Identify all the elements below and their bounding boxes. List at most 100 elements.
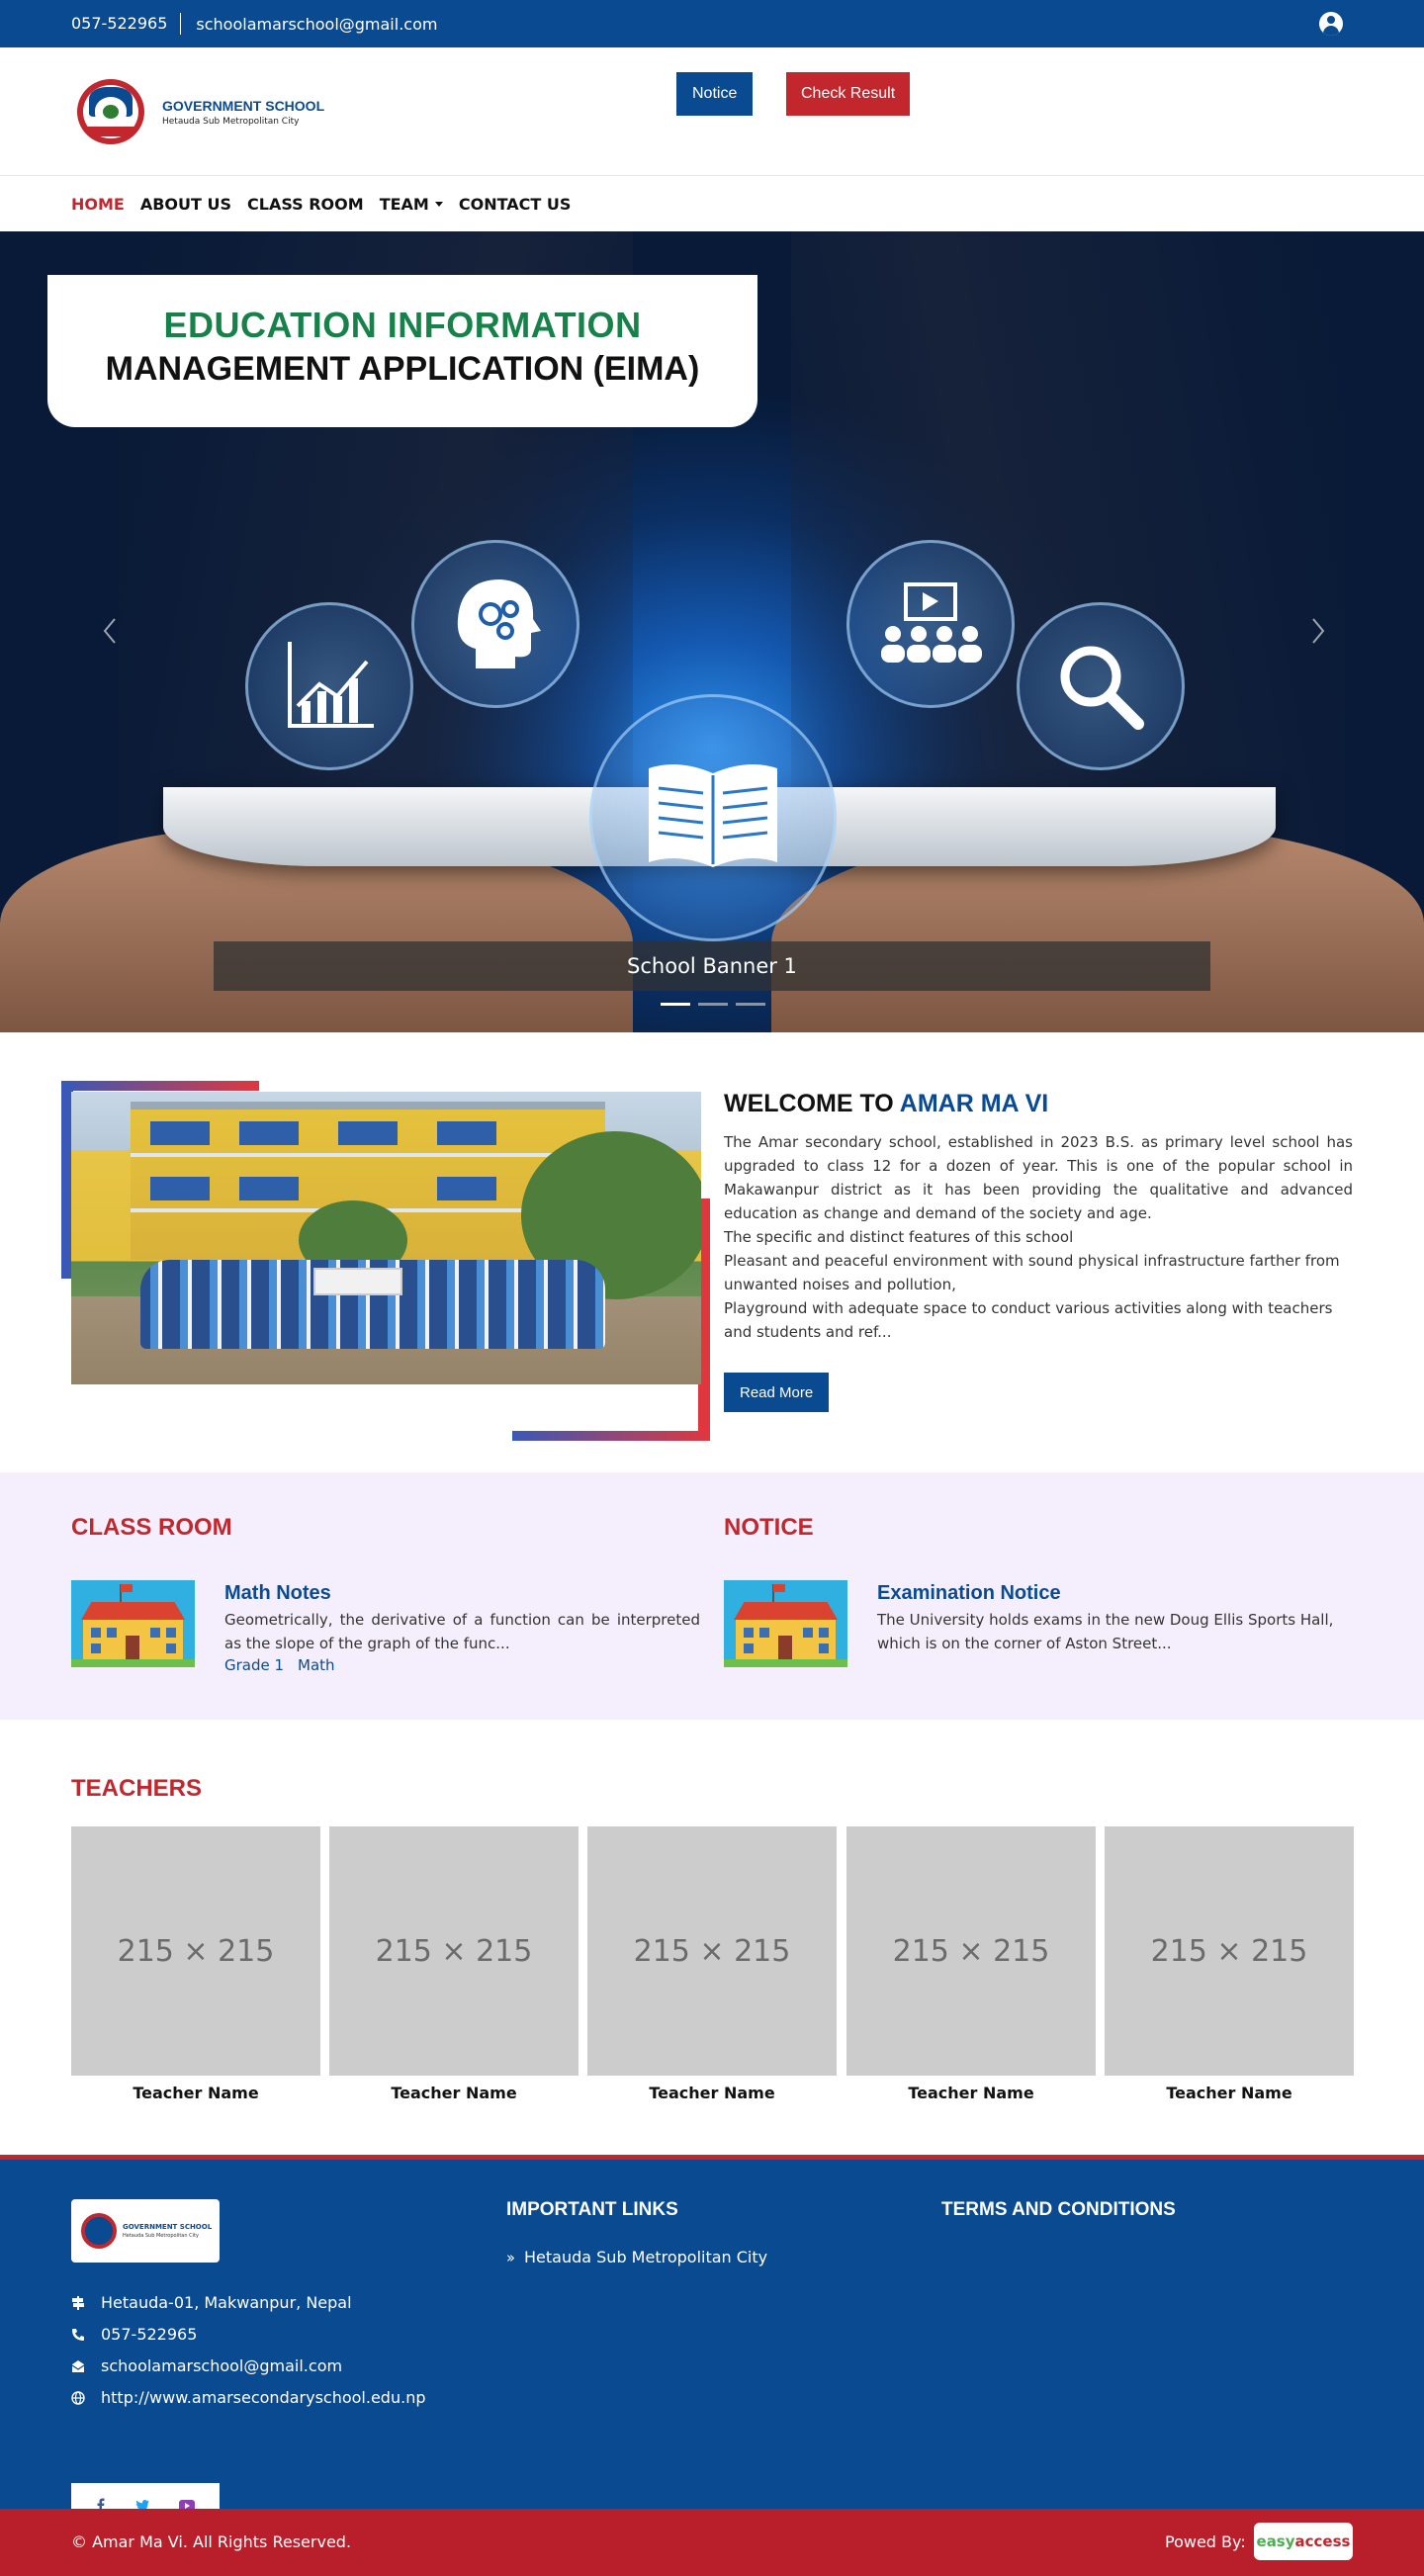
envelope-icon — [71, 2358, 85, 2372]
nav-class-room[interactable]: CLASS ROOM — [247, 195, 364, 214]
teachers-section: TEACHERS 215 × 215 Teacher Name 215 × 21… — [0, 1720, 1424, 2155]
hero-caption: School Banner 1 — [214, 941, 1210, 991]
footer-address-text: Hetauda-01, Makwanpur, Nepal — [101, 2292, 352, 2312]
notice-item-title[interactable]: Examination Notice — [877, 1582, 1061, 1605]
video-class-icon — [846, 540, 1015, 708]
main-nav: HOME ABOUT US CLASS ROOM TEAM CONTACT US — [0, 176, 1424, 231]
teacher-card[interactable]: 215 × 215 Teacher Name — [71, 1826, 320, 2102]
caret-down-icon — [434, 201, 443, 207]
important-links-heading: IMPORTANT LINKS — [506, 2199, 678, 2220]
footer-email-text: schoolamarschool@gmail.com — [101, 2355, 343, 2375]
copyright-text: © Amar Ma Vi. All Rights Reserved. — [71, 2532, 352, 2551]
welcome-heading: WELCOME TO AMAR MA VI — [724, 1090, 1353, 1118]
teacher-photo-placeholder: 215 × 215 — [71, 1826, 320, 2076]
classroom-item-desc: Geometrically, the derivative of a funct… — [224, 1611, 700, 1652]
teacher-name: Teacher Name — [1166, 2084, 1292, 2102]
top-email[interactable]: schoolamarschool@gmail.com — [181, 15, 437, 34]
bottom-bar: © Amar Ma Vi. All Rights Reserved. Powed… — [0, 2509, 1424, 2576]
teachers-heading: TEACHERS — [71, 1775, 203, 1802]
welcome-paragraph: The Amar secondary school, established i… — [724, 1133, 1353, 1222]
notice-button[interactable]: Notice — [676, 72, 754, 116]
footer-address: Hetauda-01, Makwanpur, Nepal — [71, 2286, 425, 2318]
carousel-dot[interactable] — [698, 1003, 728, 1006]
classroom-heading: CLASS ROOM — [71, 1514, 232, 1541]
footer-contact-info: Hetauda-01, Makwanpur, Nepal 057-522965 … — [71, 2286, 425, 2413]
classroom-tags: Grade 1 Math — [224, 1656, 335, 1674]
brain-gears-icon — [411, 540, 579, 708]
welcome-paragraph: Pleasant and peaceful environment with s… — [724, 1252, 1340, 1293]
brand-part2: access — [1294, 2532, 1351, 2550]
footer-logo[interactable]: GOVERNMENT SCHOOL Hetauda Sub Metropolit… — [71, 2199, 220, 2263]
carousel-prev-icon[interactable] — [95, 611, 125, 651]
footer-email[interactable]: schoolamarschool@gmail.com — [71, 2350, 425, 2381]
welcome-heading-school: AMAR MA VI — [899, 1090, 1049, 1117]
site-header: GOVERNMENT SCHOOL Hetauda Sub Metropolit… — [0, 47, 1424, 176]
chart-growth-icon — [245, 602, 413, 770]
footer-link[interactable]: ›› Hetauda Sub Metropolitan City — [506, 2248, 767, 2266]
powered-by-label: Powed By: — [1165, 2532, 1246, 2551]
nav-contact-us[interactable]: CONTACT US — [459, 195, 572, 214]
footer-logo-subtitle: Hetauda Sub Metropolitan City — [123, 2233, 199, 2239]
carousel-indicators — [661, 1003, 765, 1006]
teacher-photo-placeholder: 215 × 215 — [329, 1826, 578, 2076]
carousel-next-icon[interactable] — [1303, 611, 1333, 651]
user-icon[interactable] — [1319, 12, 1343, 36]
notice-item-desc: The University holds exams in the new Do… — [877, 1611, 1334, 1652]
hero-title-line1: EDUCATION INFORMATION — [163, 305, 642, 345]
nav-team[interactable]: TEAM — [380, 195, 443, 214]
magnifier-icon — [1017, 602, 1185, 770]
hero-title-line2: MANAGEMENT APPLICATION (EIMA) — [105, 350, 700, 388]
carousel-dot[interactable] — [736, 1003, 765, 1006]
teacher-name: Teacher Name — [133, 2084, 259, 2102]
double-chevron-right-icon: ›› — [506, 2248, 515, 2266]
emblem-icon — [71, 75, 150, 149]
emblem-icon — [81, 2213, 117, 2249]
signpost-icon — [71, 2295, 85, 2310]
welcome-paragraph: The specific and distinct features of th… — [724, 1228, 1074, 1246]
top-bar: 057-522965 schoolamarschool@gmail.com — [0, 0, 1424, 47]
welcome-section: WELCOME TO AMAR MA VI The Amar secondary… — [0, 1032, 1424, 1472]
hero-carousel: EDUCATION INFORMATION MANAGEMENT APPLICA… — [0, 231, 1424, 1032]
school-thumbnail[interactable] — [71, 1580, 195, 1667]
footer-phone[interactable]: 057-522965 — [71, 2318, 425, 2350]
read-more-button[interactable]: Read More — [724, 1373, 830, 1412]
easy-access-logo[interactable]: easy access — [1254, 2523, 1353, 2560]
nav-home[interactable]: HOME — [71, 195, 125, 214]
welcome-description: The Amar secondary school, established i… — [724, 1130, 1353, 1344]
footer-logo-title: GOVERNMENT SCHOOL — [123, 2223, 213, 2231]
top-phone[interactable]: 057-522965 — [71, 13, 182, 35]
notice-heading: NOTICE — [724, 1514, 814, 1541]
welcome-heading-prefix: WELCOME TO — [724, 1090, 900, 1117]
classroom-notice-section: CLASS ROOM Math Notes Geometrically, the… — [0, 1472, 1424, 1720]
footer-phone-text: 057-522965 — [101, 2324, 198, 2344]
teacher-card[interactable]: 215 × 215 Teacher Name — [587, 1826, 837, 2102]
teacher-card[interactable]: 215 × 215 Teacher Name — [846, 1826, 1096, 2102]
tag-subject[interactable]: Math — [298, 1656, 335, 1674]
carousel-dot[interactable] — [661, 1003, 690, 1006]
footer-website-text: http://www.amarsecondaryschool.edu.np — [101, 2387, 426, 2407]
teacher-card[interactable]: 215 × 215 Teacher Name — [1105, 1826, 1354, 2102]
site-footer: GOVERNMENT SCHOOL Hetauda Sub Metropolit… — [0, 2155, 1424, 2529]
tag-grade[interactable]: Grade 1 — [224, 1656, 284, 1674]
teacher-name: Teacher Name — [908, 2084, 1034, 2102]
teacher-name: Teacher Name — [649, 2084, 775, 2102]
footer-website[interactable]: http://www.amarsecondaryschool.edu.np — [71, 2381, 425, 2413]
logo-subtitle: Hetauda Sub Metropolitan City — [162, 117, 300, 127]
nav-team-label: TEAM — [379, 194, 429, 214]
nav-about-us[interactable]: ABOUT US — [140, 195, 231, 214]
welcome-paragraph: Playground with adequate space to conduc… — [724, 1299, 1333, 1341]
footer-link-text: Hetauda Sub Metropolitan City — [524, 2248, 768, 2266]
site-logo[interactable]: GOVERNMENT SCHOOL Hetauda Sub Metropolit… — [71, 75, 324, 149]
logo-title: GOVERNMENT SCHOOL — [162, 98, 325, 114]
open-book-icon — [589, 694, 837, 941]
school-photo — [71, 1092, 701, 1384]
teacher-photo-placeholder: 215 × 215 — [1105, 1826, 1354, 2076]
classroom-item-title[interactable]: Math Notes — [224, 1582, 331, 1605]
check-result-button[interactable]: Check Result — [786, 72, 911, 116]
phone-icon — [71, 2327, 85, 2341]
brand-part1: easy — [1256, 2532, 1295, 2550]
teacher-card[interactable]: 215 × 215 Teacher Name — [329, 1826, 578, 2102]
teacher-photo-placeholder: 215 × 215 — [846, 1826, 1096, 2076]
notice-thumbnail[interactable] — [724, 1580, 847, 1667]
terms-heading[interactable]: TERMS AND CONDITIONS — [941, 2199, 1176, 2221]
